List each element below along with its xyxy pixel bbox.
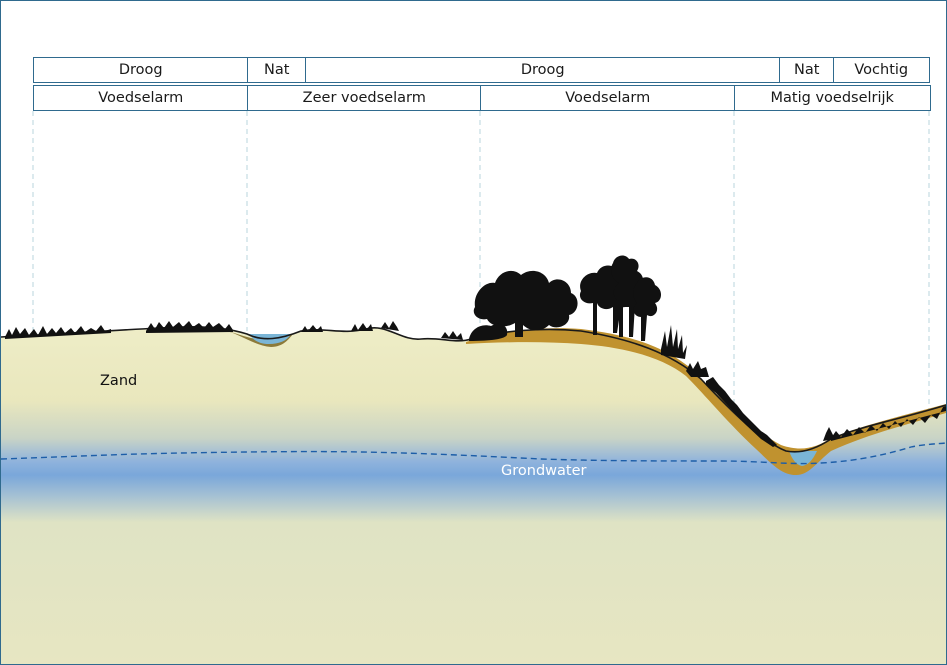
moisture-cell: Vochtig [833,57,930,83]
groundwater-label: Grondwater [501,463,587,479]
moisture-cell: Droog [305,57,781,83]
moisture-row: Droog Nat Droog Nat Vochtig [33,57,930,83]
diagram-frame: Droog Nat Droog Nat Vochtig Voedselarm Z… [0,0,947,665]
moisture-cell: Nat [247,57,307,83]
tree [633,277,661,341]
sand-label: Zand [100,373,138,389]
nutrient-cell: Zeer voedselarm [247,85,482,111]
nutrient-row: Voedselarm Zeer voedselarm Voedselarm Ma… [33,85,931,111]
shrub [661,325,687,359]
nutrient-cell: Matig voedselrijk [734,85,931,111]
nutrient-cell: Voedselarm [33,85,249,111]
sand-soil [1,326,946,664]
moisture-cell: Droog [33,57,249,83]
nutrient-cell: Voedselarm [480,85,736,111]
moisture-cell: Nat [779,57,835,83]
